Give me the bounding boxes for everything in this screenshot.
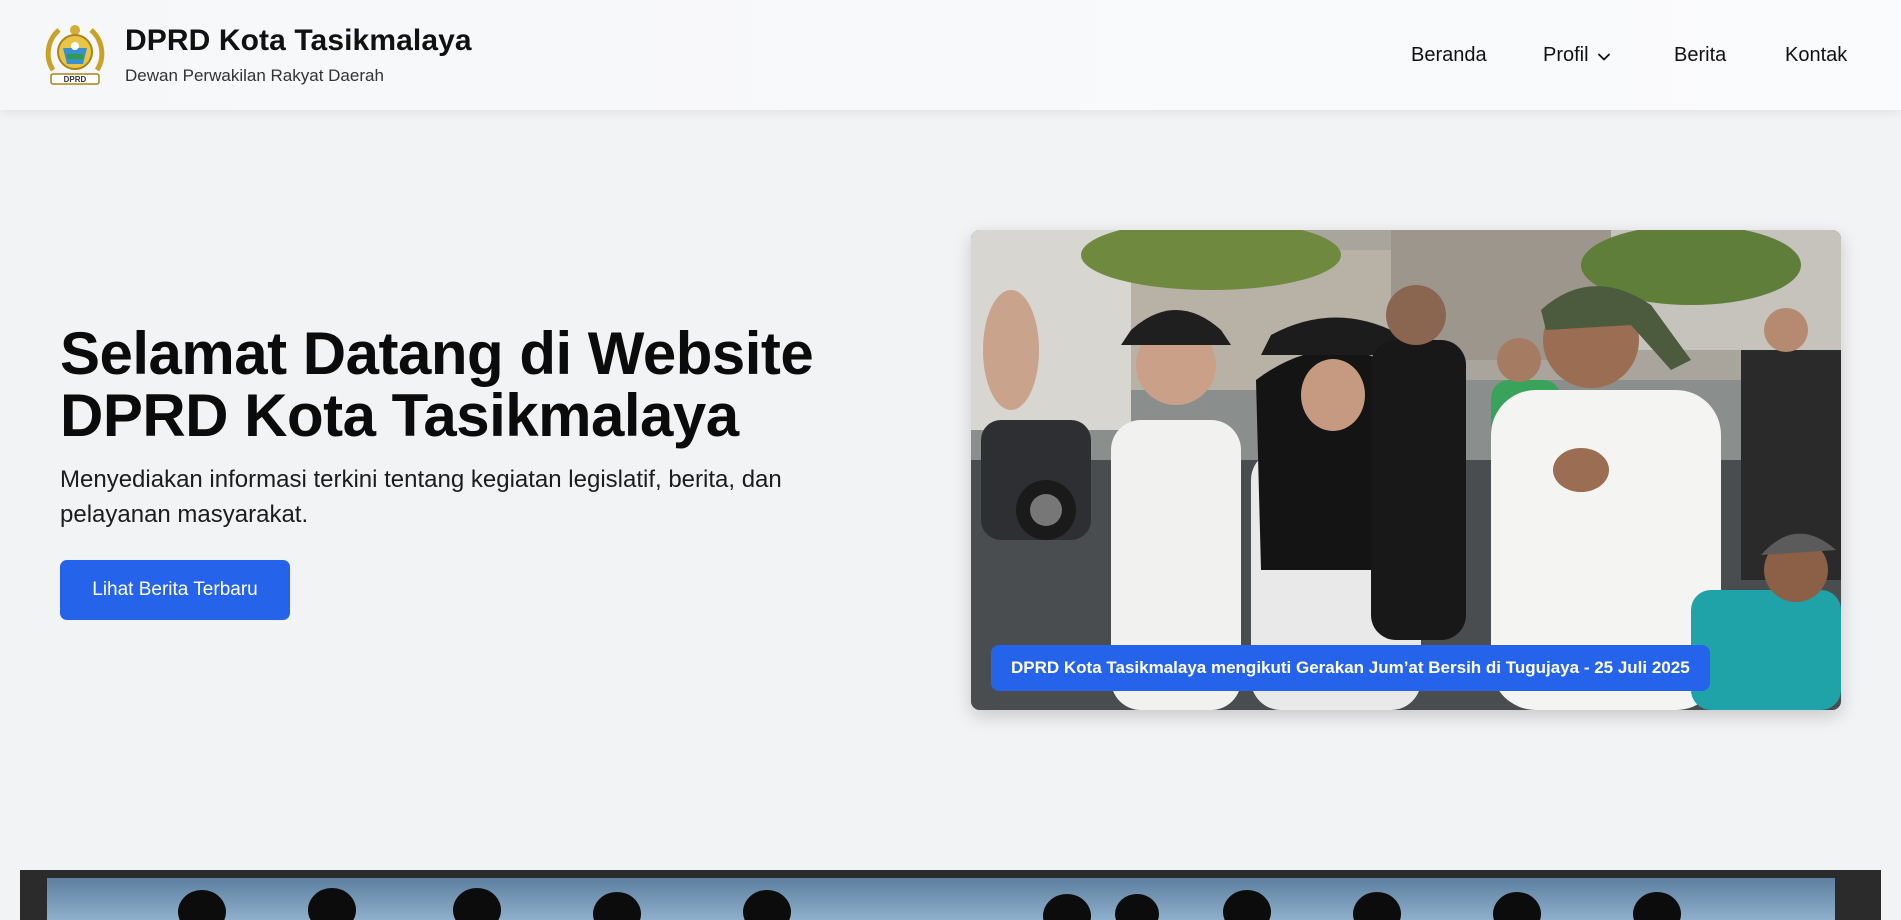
site-subtitle: Dewan Perwakilan Rakyat Daerah	[125, 66, 384, 85]
slide-caption: DPRD Kota Tasikmalaya mengikuti Gerakan …	[991, 645, 1710, 691]
nav-kontak[interactable]: Kontak	[1785, 44, 1847, 67]
latest-news-button[interactable]: Lihat Berita Terbaru	[60, 560, 290, 620]
chevron-down-icon	[1596, 48, 1612, 64]
nav-profil-label: Profil	[1543, 44, 1589, 66]
nav-beranda[interactable]: Beranda	[1411, 44, 1487, 67]
banner-photo	[47, 878, 1835, 920]
members-banner	[20, 870, 1881, 920]
logo-lettering: DPRD	[64, 75, 87, 84]
hero-title: Selamat Datang di Website DPRD Kota Tasi…	[60, 320, 814, 449]
hero-description: Menyediakan informasi terkini tentang ke…	[60, 466, 782, 528]
slide-photo	[971, 230, 1841, 710]
nav-berita[interactable]: Berita	[1674, 44, 1726, 67]
nav-profil[interactable]: Profil	[1543, 44, 1612, 67]
hero-slide[interactable]: DPRD Kota Tasikmalaya mengikuti Gerakan …	[971, 230, 1841, 710]
site-header: DPRD DPRD Kota Tasikmalaya Dewan Perwaki…	[0, 0, 1901, 110]
dprd-emblem-icon[interactable]: DPRD	[43, 20, 107, 88]
site-title[interactable]: DPRD Kota Tasikmalaya	[125, 24, 472, 58]
